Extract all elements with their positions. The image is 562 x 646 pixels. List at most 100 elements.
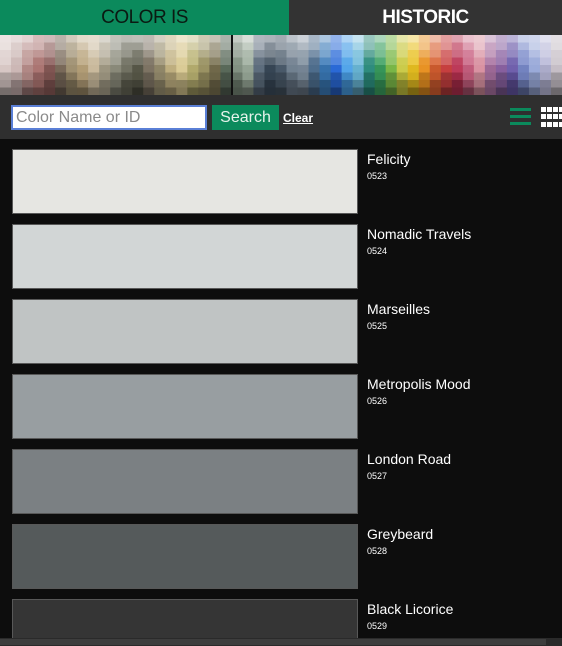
palette-cell[interactable]: [44, 50, 56, 58]
palette-cell[interactable]: [33, 35, 45, 43]
palette-cell[interactable]: [528, 57, 541, 66]
palette-cell[interactable]: [231, 35, 243, 43]
palette-cell[interactable]: [165, 42, 177, 51]
palette-cell[interactable]: [308, 72, 321, 81]
color-row[interactable]: Marseilles 0525: [0, 289, 562, 364]
palette-cell[interactable]: [297, 57, 310, 66]
palette-cell[interactable]: [242, 57, 254, 66]
palette-cell[interactable]: [0, 50, 12, 58]
palette-cell[interactable]: [198, 80, 210, 88]
palette-cell[interactable]: [330, 50, 343, 58]
palette-cell[interactable]: [33, 57, 45, 66]
palette-cell[interactable]: [286, 65, 299, 73]
palette-cell[interactable]: [66, 87, 78, 96]
palette-cell[interactable]: [99, 42, 111, 51]
palette-cell[interactable]: [66, 65, 78, 73]
palette-cell[interactable]: [165, 50, 177, 58]
color-row[interactable]: Nomadic Travels 0524: [0, 214, 562, 289]
palette-cell[interactable]: [506, 65, 519, 73]
palette-cell[interactable]: [165, 35, 177, 43]
palette-cell[interactable]: [55, 87, 67, 96]
palette-cell[interactable]: [319, 87, 332, 96]
palette-cell[interactable]: [484, 50, 497, 58]
palette-cell[interactable]: [495, 87, 508, 96]
palette-cell[interactable]: [429, 65, 442, 73]
palette-cell[interactable]: [22, 80, 34, 88]
palette-cell[interactable]: [88, 65, 100, 73]
palette-cell[interactable]: [242, 87, 254, 96]
palette-cell[interactable]: [55, 80, 67, 88]
palette-cell[interactable]: [242, 65, 254, 73]
palette-cell[interactable]: [154, 65, 166, 73]
palette-cell[interactable]: [341, 72, 354, 81]
palette-cell[interactable]: [187, 87, 199, 96]
palette-cell[interactable]: [363, 42, 376, 51]
palette-cell[interactable]: [132, 35, 144, 43]
palette-cell[interactable]: [165, 57, 177, 66]
palette-cell[interactable]: [462, 80, 475, 88]
palette-cell[interactable]: [55, 35, 67, 43]
palette-cell[interactable]: [231, 87, 243, 96]
palette-cell[interactable]: [264, 80, 276, 88]
palette-cell[interactable]: [99, 50, 111, 58]
tab-historic[interactable]: HISTORIC: [289, 0, 562, 35]
palette-cell[interactable]: [77, 42, 89, 51]
palette-cell[interactable]: [385, 42, 398, 51]
palette-cell[interactable]: [0, 57, 12, 66]
palette-cell[interactable]: [374, 35, 387, 43]
palette-cell[interactable]: [517, 87, 530, 96]
palette-cell[interactable]: [44, 42, 56, 51]
palette-cell[interactable]: [462, 42, 475, 51]
palette-cell[interactable]: [33, 50, 45, 58]
palette-cell[interactable]: [528, 87, 541, 96]
palette-cell[interactable]: [396, 72, 409, 81]
palette-cell[interactable]: [253, 72, 265, 81]
palette-cell[interactable]: [253, 65, 265, 73]
palette-cell[interactable]: [330, 72, 343, 81]
palette-cell[interactable]: [297, 87, 310, 96]
palette-cell[interactable]: [363, 87, 376, 96]
palette-cell[interactable]: [176, 72, 188, 81]
palette-cell[interactable]: [198, 65, 210, 73]
palette-cell[interactable]: [198, 35, 210, 43]
palette-cell[interactable]: [209, 65, 221, 73]
palette-cell[interactable]: [374, 65, 387, 73]
palette-cell[interactable]: [176, 42, 188, 51]
palette-cell[interactable]: [44, 35, 56, 43]
palette-cell[interactable]: [132, 72, 144, 81]
palette-cell[interactable]: [308, 35, 321, 43]
palette-cell[interactable]: [110, 87, 122, 96]
palette-cell[interactable]: [275, 80, 288, 88]
palette-cell[interactable]: [143, 50, 155, 58]
palette-cell[interactable]: [0, 72, 12, 81]
palette-cell[interactable]: [154, 42, 166, 51]
palette-cell[interactable]: [396, 42, 409, 51]
palette-cell[interactable]: [297, 72, 310, 81]
palette-cell[interactable]: [407, 35, 420, 43]
palette-cell[interactable]: [110, 35, 122, 43]
palette-cell[interactable]: [187, 42, 199, 51]
palette-cell[interactable]: [121, 65, 133, 73]
palette-cell[interactable]: [473, 87, 486, 96]
palette-cell[interactable]: [484, 35, 497, 43]
palette-cell[interactable]: [33, 65, 45, 73]
palette-cell[interactable]: [132, 50, 144, 58]
palette-cell[interactable]: [319, 50, 332, 58]
palette-cell[interactable]: [33, 42, 45, 51]
palette-cell[interactable]: [517, 50, 530, 58]
palette-cell[interactable]: [143, 80, 155, 88]
palette-cell[interactable]: [407, 42, 420, 51]
palette-cell[interactable]: [363, 57, 376, 66]
palette-cell[interactable]: [319, 72, 332, 81]
palette-cell[interactable]: [209, 50, 221, 58]
grid-view-icon[interactable]: [541, 107, 562, 128]
palette-cell[interactable]: [132, 65, 144, 73]
palette-cell[interactable]: [77, 65, 89, 73]
palette-cell[interactable]: [484, 65, 497, 73]
color-palette-strip[interactable]: [0, 35, 562, 95]
palette-cell[interactable]: [253, 87, 265, 96]
palette-cell[interactable]: [22, 35, 34, 43]
palette-cell[interactable]: [418, 87, 431, 96]
palette-cell[interactable]: [484, 87, 497, 96]
palette-cell[interactable]: [242, 35, 254, 43]
